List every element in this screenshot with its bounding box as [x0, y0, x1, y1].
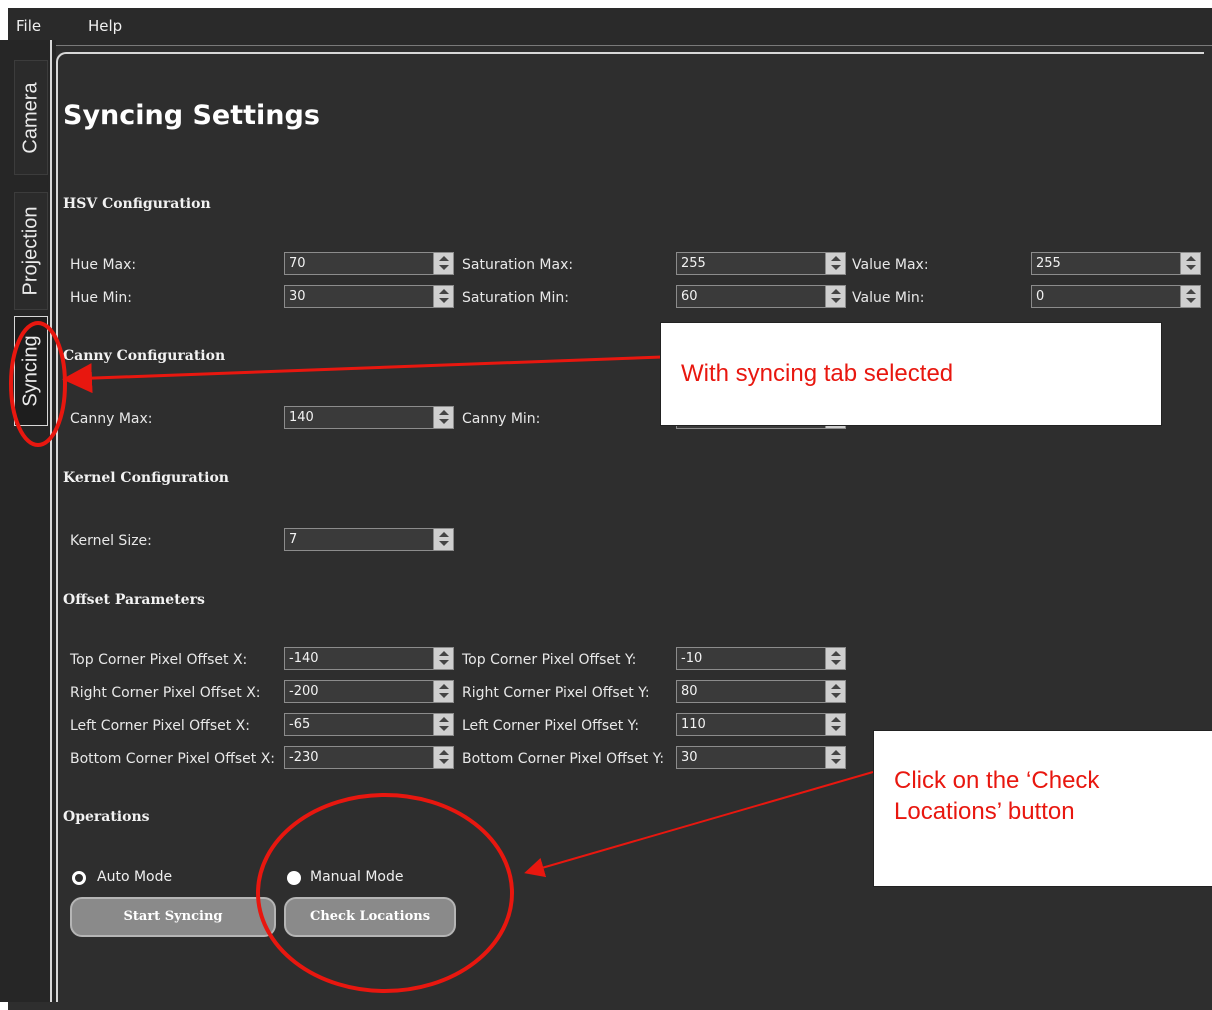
left-x-label: Left Corner Pixel Offset X: [70, 718, 250, 734]
vertical-tab-bar: Camera Projection Syncing [0, 40, 56, 1002]
left-y-stepper-icon[interactable] [825, 714, 845, 735]
sat-min-value: 60 [681, 289, 698, 304]
tab-callout-box: With syncing tab selected [660, 322, 1162, 426]
canny-min-label: Canny Min: [462, 411, 541, 427]
menu-bar: File Help [8, 8, 1212, 46]
kernel-size-label: Kernel Size: [70, 533, 152, 549]
top-y-stepper-icon[interactable] [825, 648, 845, 669]
sat-max-spinbox[interactable]: 255 [676, 252, 846, 275]
operations-section-title: Operations [63, 809, 150, 825]
sat-min-stepper-icon[interactable] [825, 286, 845, 307]
top-y-label: Top Corner Pixel Offset Y: [462, 652, 637, 668]
sat-min-label: Saturation Min: [462, 290, 569, 306]
top-y-spinbox[interactable]: -10 [676, 647, 846, 670]
bottom-y-stepper-icon[interactable] [825, 747, 845, 768]
top-x-spinbox[interactable]: -140 [284, 647, 454, 670]
left-y-label: Left Corner Pixel Offset Y: [462, 718, 640, 734]
sat-max-label: Saturation Max: [462, 257, 574, 273]
left-x-stepper-icon[interactable] [433, 714, 453, 735]
top-x-value: -140 [289, 651, 319, 666]
right-x-spinbox[interactable]: -200 [284, 680, 454, 703]
page-title: Syncing Settings [63, 100, 320, 131]
hue-max-spinbox[interactable]: 70 [284, 252, 454, 275]
right-y-spinbox[interactable]: 80 [676, 680, 846, 703]
kernel-size-value: 7 [289, 532, 298, 547]
top-x-stepper-icon[interactable] [433, 648, 453, 669]
menu-help[interactable]: Help [88, 17, 122, 35]
sat-max-stepper-icon[interactable] [825, 253, 845, 274]
val-max-stepper-icon[interactable] [1180, 253, 1200, 274]
tab-camera[interactable]: Camera [14, 60, 48, 175]
start-syncing-button[interactable]: Start Syncing [70, 897, 276, 937]
auto-mode-label: Auto Mode [97, 869, 173, 885]
right-y-label: Right Corner Pixel Offset Y: [462, 685, 650, 701]
top-x-label: Top Corner Pixel Offset X: [70, 652, 248, 668]
menu-file[interactable]: File [16, 17, 41, 35]
val-min-stepper-icon[interactable] [1180, 286, 1200, 307]
kernel-size-stepper-icon[interactable] [433, 529, 453, 550]
right-x-value: -200 [289, 684, 319, 699]
val-max-spinbox[interactable]: 255 [1031, 252, 1201, 275]
canny-max-stepper-icon[interactable] [433, 407, 453, 428]
canny-section-title: Canny Configuration [63, 348, 226, 364]
manual-mode-label: Manual Mode [310, 869, 404, 885]
bottom-y-value: 30 [681, 750, 698, 765]
sat-min-spinbox[interactable]: 60 [676, 285, 846, 308]
sat-max-value: 255 [681, 256, 706, 271]
kernel-size-spinbox[interactable]: 7 [284, 528, 454, 551]
left-y-value: 110 [681, 717, 706, 732]
right-y-value: 80 [681, 684, 698, 699]
button-callout-text: Click on the ‘Check Locations’ button [894, 767, 1100, 825]
offset-section-title: Offset Parameters [63, 592, 205, 608]
canny-max-label: Canny Max: [70, 411, 153, 427]
val-max-value: 255 [1036, 256, 1061, 271]
val-min-label: Value Min: [852, 290, 925, 306]
manual-mode-radio[interactable] [287, 871, 301, 885]
bottom-x-value: -230 [289, 750, 319, 765]
bottom-x-spinbox[interactable]: -230 [284, 746, 454, 769]
left-y-spinbox[interactable]: 110 [676, 713, 846, 736]
hsv-section-title: HSV Configuration [63, 196, 211, 212]
tab-syncing[interactable]: Syncing [14, 316, 48, 426]
left-x-value: -65 [289, 717, 311, 732]
tab-projection[interactable]: Projection [14, 192, 48, 310]
right-x-stepper-icon[interactable] [433, 681, 453, 702]
right-y-stepper-icon[interactable] [825, 681, 845, 702]
tab-callout-text: With syncing tab selected [681, 360, 954, 387]
val-min-spinbox[interactable]: 0 [1031, 285, 1201, 308]
hue-min-spinbox[interactable]: 30 [284, 285, 454, 308]
tab-syncing-label: Syncing [19, 335, 42, 407]
tab-divider [50, 40, 52, 1002]
bottom-x-stepper-icon[interactable] [433, 747, 453, 768]
left-x-spinbox[interactable]: -65 [284, 713, 454, 736]
hue-max-label: Hue Max: [70, 257, 137, 273]
kernel-section-title: Kernel Configuration [63, 470, 229, 486]
bottom-x-label: Bottom Corner Pixel Offset X: [70, 751, 275, 767]
right-x-label: Right Corner Pixel Offset X: [70, 685, 261, 701]
auto-mode-radio[interactable] [72, 871, 86, 885]
tab-projection-label: Projection [19, 206, 42, 296]
top-y-value: -10 [681, 651, 703, 666]
canny-max-value: 140 [289, 410, 314, 425]
bottom-y-label: Bottom Corner Pixel Offset Y: [462, 751, 665, 767]
button-callout-box: Click on the ‘Check Locations’ button [873, 730, 1212, 887]
canny-max-spinbox[interactable]: 140 [284, 406, 454, 429]
hue-max-stepper-icon[interactable] [433, 253, 453, 274]
val-max-label: Value Max: [852, 257, 929, 273]
check-locations-button[interactable]: Check Locations [284, 897, 456, 937]
val-min-value: 0 [1036, 289, 1045, 304]
hue-max-value: 70 [289, 256, 306, 271]
hue-min-label: Hue Min: [70, 290, 133, 306]
hue-min-value: 30 [289, 289, 306, 304]
hue-min-stepper-icon[interactable] [433, 286, 453, 307]
tab-camera-label: Camera [19, 81, 42, 154]
bottom-y-spinbox[interactable]: 30 [676, 746, 846, 769]
